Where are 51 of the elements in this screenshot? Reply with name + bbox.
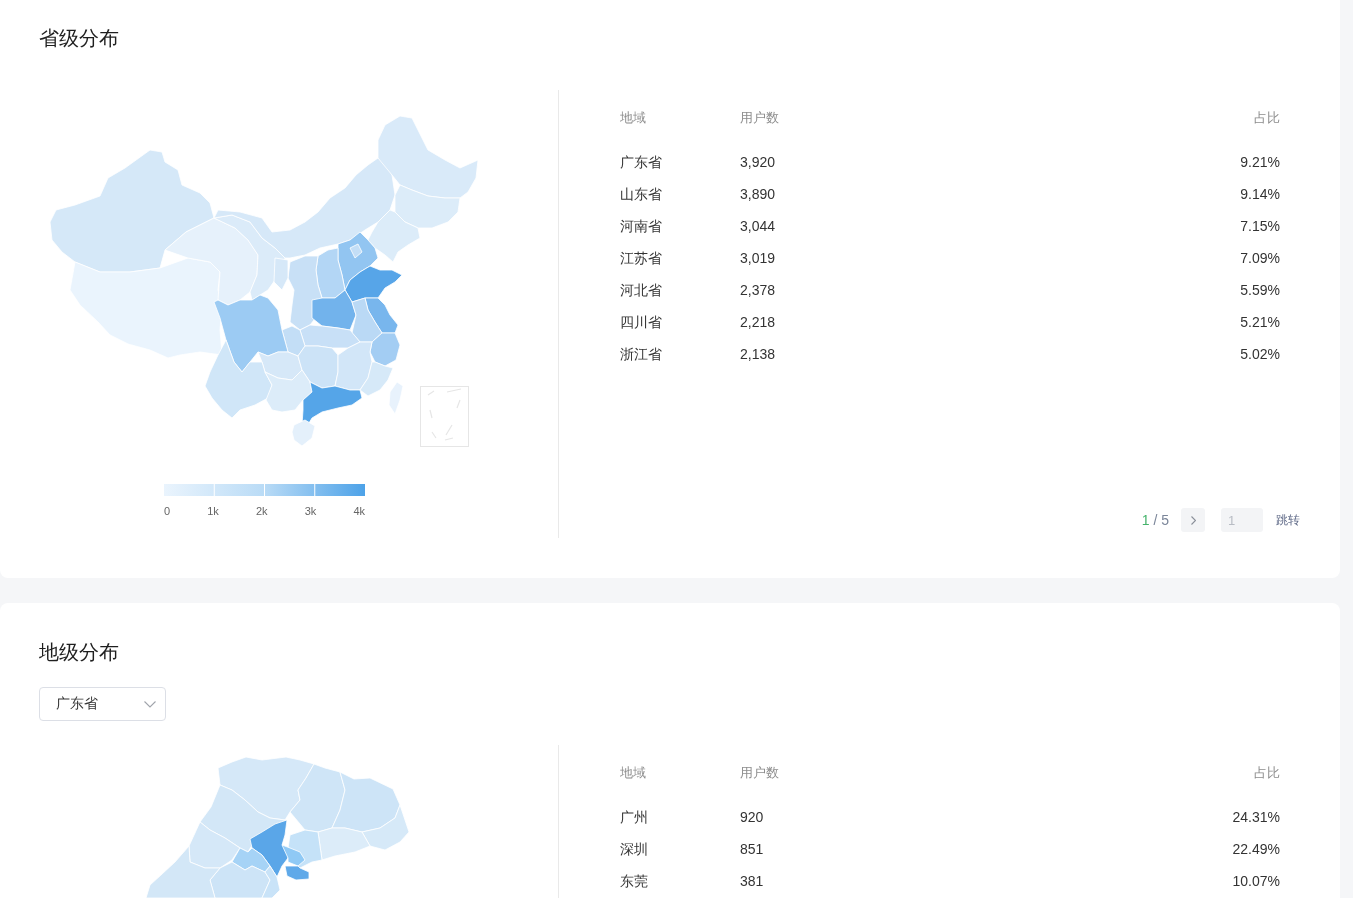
table-cell-text: 浙江省	[620, 345, 662, 364]
table-cell-text: 四川省	[620, 313, 662, 332]
next-page-button[interactable]	[1181, 508, 1205, 532]
table-cell-text: 7.09%	[1240, 249, 1280, 268]
table-cell-text: 5.02%	[1240, 345, 1280, 364]
table-cell-text: 381	[740, 872, 764, 891]
column-header: 地域	[620, 764, 646, 782]
scale-label: 0	[164, 504, 171, 518]
jump-button[interactable]: 跳转	[1276, 510, 1300, 530]
column-header: 占比	[1254, 109, 1280, 127]
column-header: 用户数	[740, 764, 779, 782]
table-cell-text: 22.49%	[1232, 840, 1280, 859]
table-cell-text: 江苏省	[620, 249, 662, 268]
section-title: 省级分布	[39, 26, 119, 50]
scale-label: 3k	[304, 504, 317, 518]
table-cell-text: 9.21%	[1240, 153, 1280, 172]
page-total: / 5	[1153, 511, 1169, 530]
table-cell-text: 河北省	[620, 281, 662, 300]
current-page: 1	[1141, 511, 1150, 530]
province-select[interactable]: 广东省	[39, 687, 166, 721]
column-header: 占比	[1254, 764, 1280, 782]
column-header: 地域	[620, 109, 646, 127]
table-cell-text: 7.15%	[1240, 217, 1280, 236]
table-cell-text: 9.14%	[1240, 185, 1280, 204]
table-cell-text: 山东省	[620, 185, 662, 204]
table-cell-text: 5.59%	[1240, 281, 1280, 300]
table-cell-text: 深圳	[620, 840, 648, 859]
table-cell-text: 3,920	[740, 153, 776, 172]
scale-label: 1k	[207, 504, 219, 518]
table-cell-text: 2,138	[740, 345, 776, 364]
table-cell-text: 851	[740, 840, 764, 859]
table-cell-text: 10.07%	[1232, 872, 1280, 891]
table-cell-text: 河南省	[620, 217, 662, 236]
scale-label: 4k	[353, 504, 365, 518]
table-cell-text: 2,218	[740, 313, 776, 332]
table-cell-text: 2,378	[740, 281, 776, 300]
table-cell-text: 3,019	[740, 249, 776, 268]
page-jump-field[interactable]: 1	[1221, 508, 1263, 532]
table-cell-text: 广东省	[620, 153, 662, 172]
column-header: 用户数	[740, 109, 779, 127]
table-cell-text: 24.31%	[1232, 808, 1280, 827]
table-cell-text: 3,890	[740, 185, 776, 204]
table-cell-text: 3,044	[740, 217, 776, 236]
table-cell-text: 5.21%	[1240, 313, 1280, 332]
chevron-right-icon	[1190, 515, 1196, 525]
table-cell-text: 东莞	[620, 872, 648, 891]
scale-label: 2k	[255, 504, 268, 518]
chevron-down-icon	[144, 700, 156, 708]
section-title: 地级分布	[39, 640, 119, 664]
table-cell-text: 920	[740, 808, 764, 827]
table-cell-text: 广州	[620, 808, 648, 827]
